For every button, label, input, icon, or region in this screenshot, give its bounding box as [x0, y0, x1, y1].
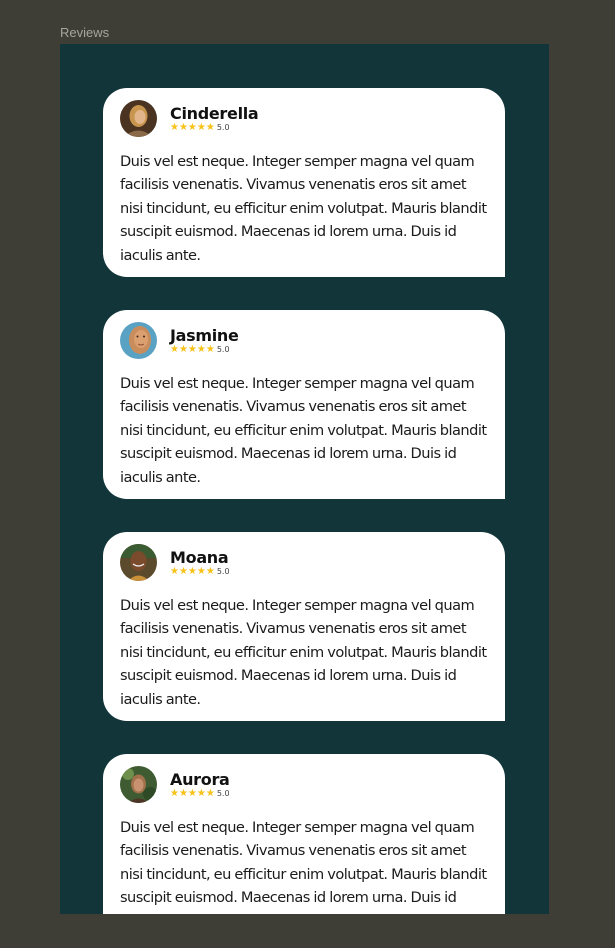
reviewer-meta: Aurora ★★★★★ 5.0 [170, 769, 230, 799]
review-card: Moana ★★★★★ 5.0 Duis vel est neque. Inte… [103, 532, 505, 721]
review-card: Aurora ★★★★★ 5.0 Duis vel est neque. Int… [103, 754, 505, 914]
avatar [120, 100, 157, 137]
rating-score: 5.0 [216, 344, 230, 354]
reviewer-meta: Jasmine ★★★★★ 5.0 [170, 325, 239, 355]
reviewer-name: Jasmine [170, 325, 239, 345]
review-header: Jasmine ★★★★★ 5.0 [120, 322, 489, 359]
rating: ★★★★★ 5.0 [170, 565, 230, 577]
rating: ★★★★★ 5.0 [170, 343, 239, 355]
reviewer-name: Moana [170, 547, 229, 567]
reviewer-meta: Cinderella ★★★★★ 5.0 [170, 103, 259, 133]
avatar [120, 544, 157, 581]
avatar [120, 322, 157, 359]
avatar [120, 766, 157, 803]
star-rating-icon: ★★★★★ [170, 343, 215, 355]
reviewer-name: Aurora [170, 769, 230, 789]
review-header: Aurora ★★★★★ 5.0 [120, 766, 489, 803]
rating-score: 5.0 [216, 122, 230, 132]
review-card: Cinderella ★★★★★ 5.0 Duis vel est neque.… [103, 88, 505, 277]
reviewer-name: Cinderella [170, 103, 259, 123]
reviews-frame: Cinderella ★★★★★ 5.0 Duis vel est neque.… [60, 44, 549, 914]
rating: ★★★★★ 5.0 [170, 121, 258, 133]
review-text: Duis vel est neque. Integer semper magna… [120, 597, 487, 708]
star-rating-icon: ★★★★★ [170, 121, 215, 133]
review-text: Duis vel est neque. Integer semper magna… [120, 375, 487, 486]
review-card: Jasmine ★★★★★ 5.0 Duis vel est neque. In… [103, 310, 505, 499]
rating-score: 5.0 [216, 566, 230, 576]
review-text: Duis vel est neque. Integer semper magna… [120, 819, 487, 914]
rating-score: 5.0 [216, 788, 230, 798]
review-header: Moana ★★★★★ 5.0 [120, 544, 489, 581]
review-text: Duis vel est neque. Integer semper magna… [120, 153, 487, 264]
star-rating-icon: ★★★★★ [170, 787, 215, 799]
rating: ★★★★★ 5.0 [170, 787, 230, 799]
review-header: Cinderella ★★★★★ 5.0 [120, 100, 489, 137]
star-rating-icon: ★★★★★ [170, 565, 215, 577]
reviewer-meta: Moana ★★★★★ 5.0 [170, 547, 230, 577]
frame-label[interactable]: Reviews [60, 25, 109, 40]
